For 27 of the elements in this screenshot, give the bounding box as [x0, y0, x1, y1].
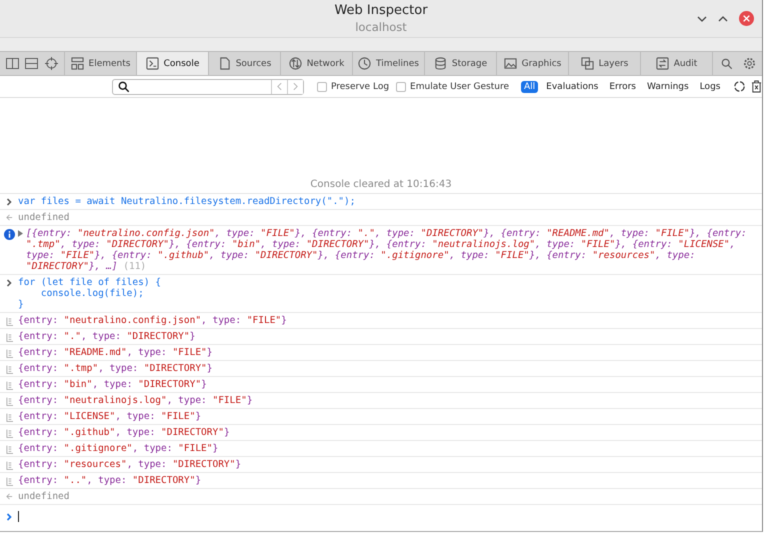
- command-text: for (let file of files) { console.log(file); }: [18, 277, 161, 310]
- checkbox-label: Emulate User Gesture: [410, 82, 509, 92]
- log-output: {entry: "bin", type: "DIRECTORY"}: [18, 379, 207, 390]
- log-output: {entry: ".github", type: "DIRECTORY"}: [18, 427, 230, 438]
- filter-button[interactable]: Errors: [606, 80, 639, 92]
- array-output: [{entry: "neutralino.config.json", type: "FILE"}, {entry: ".", type: "DIRECTORY"}, {entry: "README.md", type: "FILE"}, {entry: ".tmp", type: "DIRECTORY"}, {entry: "bin", type: "DIRECTORY"}, {entry: "neutralinojs.log", type: "FILE"}, {entry: "LICENSE", type: "FILE"}, {entry: ".github", type: "DIRECTORY"}, {entry: ".gitignore", type: "FILE"}, {entry: "resources", type: "DIRECTORY"}, …] (11): [26, 228, 748, 272]
- result-text: undefined: [18, 212, 70, 223]
- result-text: undefined: [18, 491, 70, 502]
- log-output: {entry: ".gitignore", type: "FILE"}: [18, 443, 218, 454]
- checkbox-label: Preserve Log: [331, 82, 390, 92]
- filter-button[interactable]: All: [521, 80, 538, 92]
- window-subtitle: localhost: [355, 19, 407, 35]
- filter-button[interactable]: Logs: [696, 80, 724, 92]
- log-output: {entry: ".tmp", type: "DIRECTORY"}: [18, 363, 213, 374]
- filter-button[interactable]: Warnings: [644, 80, 692, 92]
- log-output: {entry: "..", type: "DIRECTORY"}: [18, 475, 202, 486]
- log-output: {entry: "LICENSE", type: "FILE"}: [18, 411, 202, 422]
- log-output: {entry: "neutralino.config.json", type: "FILE"}: [18, 315, 287, 326]
- command-text: var files = await Neutralino.filesystem.readDirectory(".");: [18, 196, 356, 207]
- filter-button[interactable]: Evaluations: [543, 80, 602, 92]
- log-output: {entry: "neutralinojs.log", type: "FILE"}: [18, 395, 253, 406]
- log-output: {entry: "resources", type: "DIRECTORY"}: [18, 459, 242, 470]
- log-output: {entry: ".", type: "DIRECTORY"}: [18, 331, 196, 342]
- window-title: Web Inspector: [334, 2, 428, 19]
- log-output: {entry: "README.md", type: "FILE"}: [18, 347, 213, 358]
- console-cleared-message: Console cleared at 10:16:43: [310, 179, 452, 190]
- tab[interactable]: Console: [136, 52, 208, 75]
